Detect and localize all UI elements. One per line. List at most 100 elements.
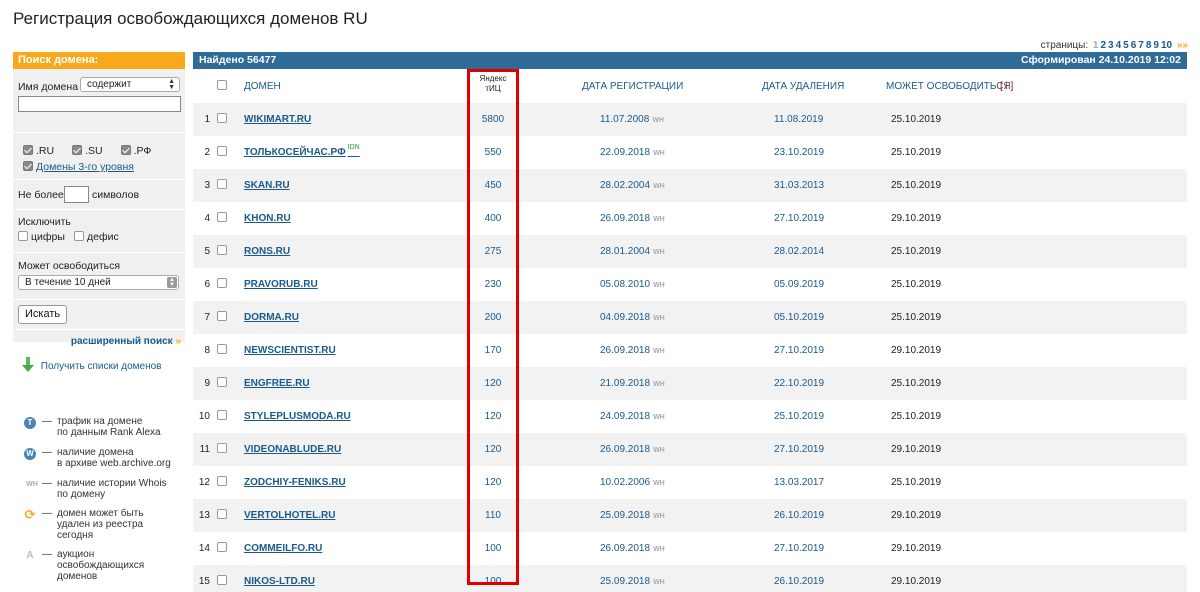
domain-link[interactable]: RONS.RU (244, 235, 290, 268)
column-may-free[interactable]: МОЖЕТ ОСВОБОДИТЬСЯ (886, 81, 1011, 92)
domain-link[interactable]: SKAN.RU (244, 169, 290, 202)
whois-history-icon[interactable]: WH (652, 117, 664, 124)
domain-link[interactable]: NEWSCIENTIST.RU (244, 334, 336, 367)
page-link[interactable]: 4 (1116, 40, 1122, 51)
domain-name[interactable]: STYLEPLUSMODA.RU (244, 411, 351, 422)
row-checkbox[interactable] (217, 268, 230, 301)
zone-checkbox[interactable] (72, 145, 83, 155)
exclude-hyphen-option[interactable]: дефис (74, 231, 119, 243)
row-checkbox[interactable] (217, 334, 230, 367)
download-lists-label[interactable]: Получить списки доменов (41, 361, 162, 372)
domain-name-input[interactable] (18, 96, 181, 112)
domain-link[interactable]: DORMA.RU (244, 301, 299, 334)
row-checkbox[interactable] (217, 301, 230, 334)
domain-name[interactable]: NIKOS-LTD.RU (244, 576, 315, 587)
domain-name[interactable]: DORMA.RU (244, 312, 299, 323)
row-checkbox[interactable] (217, 433, 230, 466)
advanced-search-link[interactable]: расширенный поиск » (71, 336, 181, 347)
domain-link[interactable]: WIKIMART.RU (244, 103, 311, 136)
exclude-digits-checkbox[interactable] (18, 231, 28, 241)
may-free-date: 29.10.2019 (891, 444, 942, 455)
third-level-option[interactable]: Домены 3-го уровня (23, 161, 134, 173)
domain-name[interactable]: VIDEONABLUDE.RU (244, 444, 341, 455)
domain-name[interactable]: KHON.RU (244, 213, 291, 224)
max-chars-input[interactable] (64, 186, 89, 203)
third-level-checkbox[interactable] (23, 161, 33, 171)
domain-link[interactable]: STYLEPLUSMODA.RU (244, 400, 351, 433)
whois-history-icon[interactable]: WH (653, 150, 665, 157)
domain-link[interactable]: PRAVORUB.RU (244, 268, 318, 301)
row-checkbox[interactable] (217, 235, 230, 268)
page-link[interactable]: 7 (1138, 40, 1144, 51)
column-del-date[interactable]: ДАТА УДАЛЕНИЯ (762, 81, 844, 92)
page-link[interactable]: 8 (1146, 40, 1152, 51)
whois-history-icon[interactable]: WH (653, 414, 665, 421)
column-reg-date[interactable]: ДАТА РЕГИСТРАЦИИ (582, 81, 683, 92)
column-domain[interactable]: ДОМЕН (244, 81, 281, 92)
domain-link[interactable]: KHON.RU (244, 202, 291, 235)
advanced-search-label[interactable]: расширенный поиск (71, 336, 173, 347)
match-type-select[interactable]: содержит ▲ ▼ (80, 77, 180, 92)
row-checkbox[interactable] (217, 532, 230, 565)
domain-link[interactable]: NIKOS-LTD.RU (244, 565, 315, 592)
page-link[interactable]: 2 (1100, 40, 1106, 51)
whois-history-icon[interactable]: WH (653, 381, 665, 388)
whois-history-icon[interactable]: WH (653, 315, 665, 322)
select-all-checkbox[interactable] (217, 80, 230, 92)
domain-name[interactable]: COMMEILFO.RU (244, 543, 322, 554)
row-checkbox[interactable] (217, 202, 230, 235)
row-checkbox[interactable] (217, 103, 230, 136)
domain-link[interactable]: VERTOLHOTEL.RU (244, 499, 335, 532)
zone-checkbox[interactable] (120, 145, 131, 155)
row-checkbox[interactable] (217, 136, 230, 169)
row-checkbox[interactable] (217, 499, 230, 532)
period-select[interactable]: В течение 10 дней ▲ ▼ (18, 275, 179, 290)
domain-name[interactable]: RONS.RU (244, 246, 290, 257)
page-link[interactable]: 6 (1131, 40, 1137, 51)
zone-option[interactable]: .SU (72, 145, 103, 157)
page-link[interactable]: 3 (1108, 40, 1114, 51)
third-level-label[interactable]: Домены 3-го уровня (36, 161, 134, 173)
whois-history-icon[interactable]: WH (653, 216, 665, 223)
whois-history-icon[interactable]: WH (653, 546, 665, 553)
domain-name[interactable]: ENGFREE.RU (244, 378, 310, 389)
domain-name[interactable]: NEWSCIENTIST.RU (244, 345, 336, 356)
exclude-digits-option[interactable]: цифры (18, 231, 65, 243)
row-checkbox[interactable] (217, 367, 230, 400)
domain-name[interactable]: PRAVORUB.RU (244, 279, 318, 290)
domain-link[interactable]: ZODCHIY-FENIKS.RU (244, 466, 346, 499)
domain-link[interactable]: COMMEILFO.RU (244, 532, 322, 565)
row-checkbox[interactable] (217, 466, 230, 499)
page-link[interactable]: 9 (1153, 40, 1159, 51)
whois-history-icon[interactable]: WH (653, 249, 665, 256)
domain-link[interactable]: VIDEONABLUDE.RU (244, 433, 341, 466)
whois-history-icon[interactable]: WH (653, 282, 665, 289)
whois-history-icon[interactable]: WH (653, 513, 665, 520)
page-link[interactable]: 5 (1123, 40, 1129, 51)
info-link[interactable]: [ i ] (1000, 81, 1013, 92)
page-link[interactable]: 10 (1161, 40, 1172, 51)
whois-history-icon[interactable]: WH (653, 348, 665, 355)
search-button[interactable]: Искать (18, 305, 68, 324)
whois-history-icon[interactable]: WH (653, 480, 665, 487)
domain-name[interactable]: VERTOLHOTEL.RU (244, 510, 335, 521)
domain-name[interactable]: ТОЛЬКОСЕЙЧАС.РФ (244, 147, 346, 158)
row-checkbox[interactable] (217, 400, 230, 433)
page-link[interactable]: 1 (1093, 40, 1099, 51)
row-checkbox[interactable] (217, 169, 230, 202)
domain-name[interactable]: WIKIMART.RU (244, 114, 311, 125)
zone-checkbox[interactable] (23, 145, 33, 155)
exclude-hyphen-checkbox[interactable] (74, 231, 84, 241)
zone-option[interactable]: .RU (23, 145, 54, 157)
whois-history-icon[interactable]: WH (653, 183, 665, 190)
domain-name[interactable]: SKAN.RU (244, 180, 290, 191)
domain-link[interactable]: ENGFREE.RU (244, 367, 310, 400)
download-lists-link[interactable]: Получить списки доменов (22, 357, 161, 373)
whois-history-icon[interactable]: WH (653, 579, 665, 586)
row-checkbox[interactable] (217, 565, 230, 592)
zone-option[interactable]: .РФ (120, 145, 151, 157)
whois-history-icon[interactable]: WH (653, 447, 665, 454)
domain-link[interactable]: ТОЛЬКОСЕЙЧАС.РФ idn (244, 136, 360, 169)
domain-name[interactable]: ZODCHIY-FENIKS.RU (244, 477, 346, 488)
next-pages-icon[interactable]: »» (1177, 40, 1188, 51)
